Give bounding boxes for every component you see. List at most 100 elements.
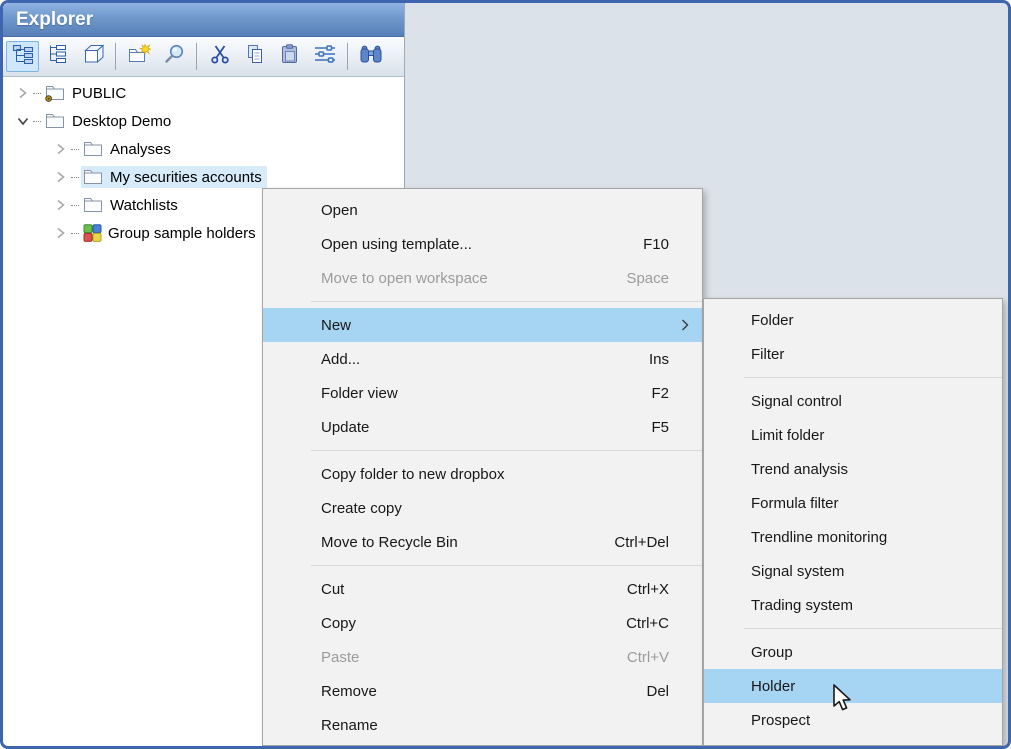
tree-node[interactable]: Watchlists: [81, 194, 183, 216]
menu-item-label: Create copy: [321, 500, 669, 517]
menu-item-shortcut: Ctrl+Del: [614, 534, 669, 551]
submenu-arrow-icon: [681, 318, 689, 336]
tree-connector: [33, 93, 41, 94]
menu-item-folder-view[interactable]: Folder view F2: [263, 376, 702, 410]
menu-item-move-to-recycle-bin[interactable]: Move to Recycle Bin Ctrl+Del: [263, 525, 702, 559]
new-folder-icon: [127, 44, 151, 69]
menu-item-shortcut: Ctrl+V: [627, 649, 669, 666]
tree-view-icon: [12, 44, 34, 69]
menu-item-label: Folder view: [321, 385, 651, 402]
chevron-right-icon[interactable]: [53, 141, 69, 157]
tree-label: Analyses: [110, 141, 171, 158]
menu-separator: [311, 301, 702, 302]
submenu-item-trendline-monitoring[interactable]: Trendline monitoring: [704, 520, 1002, 554]
chevron-right-icon[interactable]: [53, 169, 69, 185]
search-button[interactable]: [157, 41, 190, 72]
menu-item-create-copy[interactable]: Create copy: [263, 491, 702, 525]
menu-item-cut[interactable]: Cut Ctrl+X: [263, 572, 702, 606]
tree-connector: [71, 233, 79, 234]
workspace-cube-icon: [82, 44, 104, 69]
context-menu: Open Open using template... F10 Move to …: [262, 188, 703, 746]
menu-item-label: Rename: [321, 717, 669, 734]
menu-item-shortcut: Ins: [649, 351, 669, 368]
menu-item-label: Formula filter: [751, 495, 982, 512]
menu-item-open-using-template[interactable]: Open using template... F10: [263, 227, 702, 261]
chevron-right-icon[interactable]: [53, 197, 69, 213]
menu-item-shortcut: F5: [651, 419, 669, 436]
submenu-item-trading-system[interactable]: Trading system: [704, 588, 1002, 622]
new-folder-button[interactable]: [122, 41, 155, 72]
submenu-item-formula-filter[interactable]: Formula filter: [704, 486, 1002, 520]
menu-item-label: New: [321, 317, 669, 334]
filter-settings-button[interactable]: [308, 41, 341, 72]
menu-item-new[interactable]: New: [263, 308, 702, 342]
menu-item-add[interactable]: Add... Ins: [263, 342, 702, 376]
menu-item-label: Trading system: [751, 597, 982, 614]
outline-view-button[interactable]: [41, 41, 74, 72]
panel-title: Explorer: [3, 3, 404, 37]
tree-row-public[interactable]: PUBLIC: [3, 79, 404, 107]
submenu-item-filter[interactable]: Filter: [704, 337, 1002, 371]
toolbar-separator: [196, 43, 197, 70]
menu-item-copy-folder-to-new-dropbox[interactable]: Copy folder to new dropbox: [263, 457, 702, 491]
paste-clipboard-icon: [279, 44, 301, 69]
tree-row-desktop-demo[interactable]: Desktop Demo: [3, 107, 404, 135]
chevron-right-icon[interactable]: [53, 225, 69, 241]
menu-item-label: Trendline monitoring: [751, 529, 982, 546]
chevron-down-icon[interactable]: [15, 113, 31, 129]
chevron-right-icon[interactable]: [15, 85, 31, 101]
menu-item-remove[interactable]: Remove Del: [263, 674, 702, 708]
menu-item-rename[interactable]: Rename: [263, 708, 702, 742]
tree-node[interactable]: Desktop Demo: [43, 110, 176, 132]
menu-item-label: Open: [321, 202, 669, 219]
tree-label: PUBLIC: [72, 85, 126, 102]
copy-documents-icon: [244, 44, 266, 69]
copy-button[interactable]: [238, 41, 271, 72]
menu-item-label: Remove: [321, 683, 646, 700]
menu-item-paste: Paste Ctrl+V: [263, 640, 702, 674]
submenu-item-limit-folder[interactable]: Limit folder: [704, 418, 1002, 452]
workspace-cube-button[interactable]: [76, 41, 109, 72]
tree-node-selected[interactable]: My securities accounts: [81, 166, 267, 188]
menu-item-label: Paste: [321, 649, 627, 666]
tree-row-analyses[interactable]: Analyses: [3, 135, 404, 163]
menu-separator: [311, 565, 702, 566]
menu-item-label: Holder: [751, 678, 982, 695]
menu-item-label: Move to Recycle Bin: [321, 534, 614, 551]
application-window: Explorer: [0, 0, 1011, 749]
menu-item-label: Cut: [321, 581, 627, 598]
menu-item-label: Limit folder: [751, 427, 982, 444]
filter-sliders-icon: [314, 44, 336, 69]
cut-scissors-icon: [209, 44, 231, 69]
menu-item-copy[interactable]: Copy Ctrl+C: [263, 606, 702, 640]
cut-button[interactable]: [203, 41, 236, 72]
menu-item-label: Copy folder to new dropbox: [321, 466, 669, 483]
tree-row-my-securities-accounts[interactable]: My securities accounts: [3, 163, 404, 191]
tree-view-button[interactable]: [6, 41, 39, 72]
menu-item-label: Filter: [751, 346, 982, 363]
menu-item-label: Signal control: [751, 393, 982, 410]
menu-item-label: Signal system: [751, 563, 982, 580]
tree-node[interactable]: Group sample holders: [81, 222, 261, 244]
menu-item-shortcut: F10: [643, 236, 669, 253]
tree-node[interactable]: Analyses: [81, 138, 176, 160]
tree-label: Watchlists: [110, 197, 178, 214]
submenu-item-signal-system[interactable]: Signal system: [704, 554, 1002, 588]
find-button[interactable]: [354, 41, 387, 72]
paste-button[interactable]: [273, 41, 306, 72]
menu-item-update[interactable]: Update F5: [263, 410, 702, 444]
menu-item-shortcut: Del: [646, 683, 669, 700]
submenu-item-folder[interactable]: Folder: [704, 303, 1002, 337]
toolbar-separator: [347, 43, 348, 70]
folder-shared-icon: [45, 84, 66, 102]
tree-node[interactable]: PUBLIC: [43, 82, 131, 104]
submenu-item-trend-analysis[interactable]: Trend analysis: [704, 452, 1002, 486]
menu-item-label: Trend analysis: [751, 461, 982, 478]
submenu-item-group[interactable]: Group: [704, 635, 1002, 669]
folder-icon: [83, 168, 104, 186]
menu-item-shortcut: Ctrl+X: [627, 581, 669, 598]
menu-item-label: Prospect: [751, 712, 982, 729]
menu-separator: [744, 377, 1002, 378]
menu-item-open[interactable]: Open: [263, 193, 702, 227]
submenu-item-signal-control[interactable]: Signal control: [704, 384, 1002, 418]
